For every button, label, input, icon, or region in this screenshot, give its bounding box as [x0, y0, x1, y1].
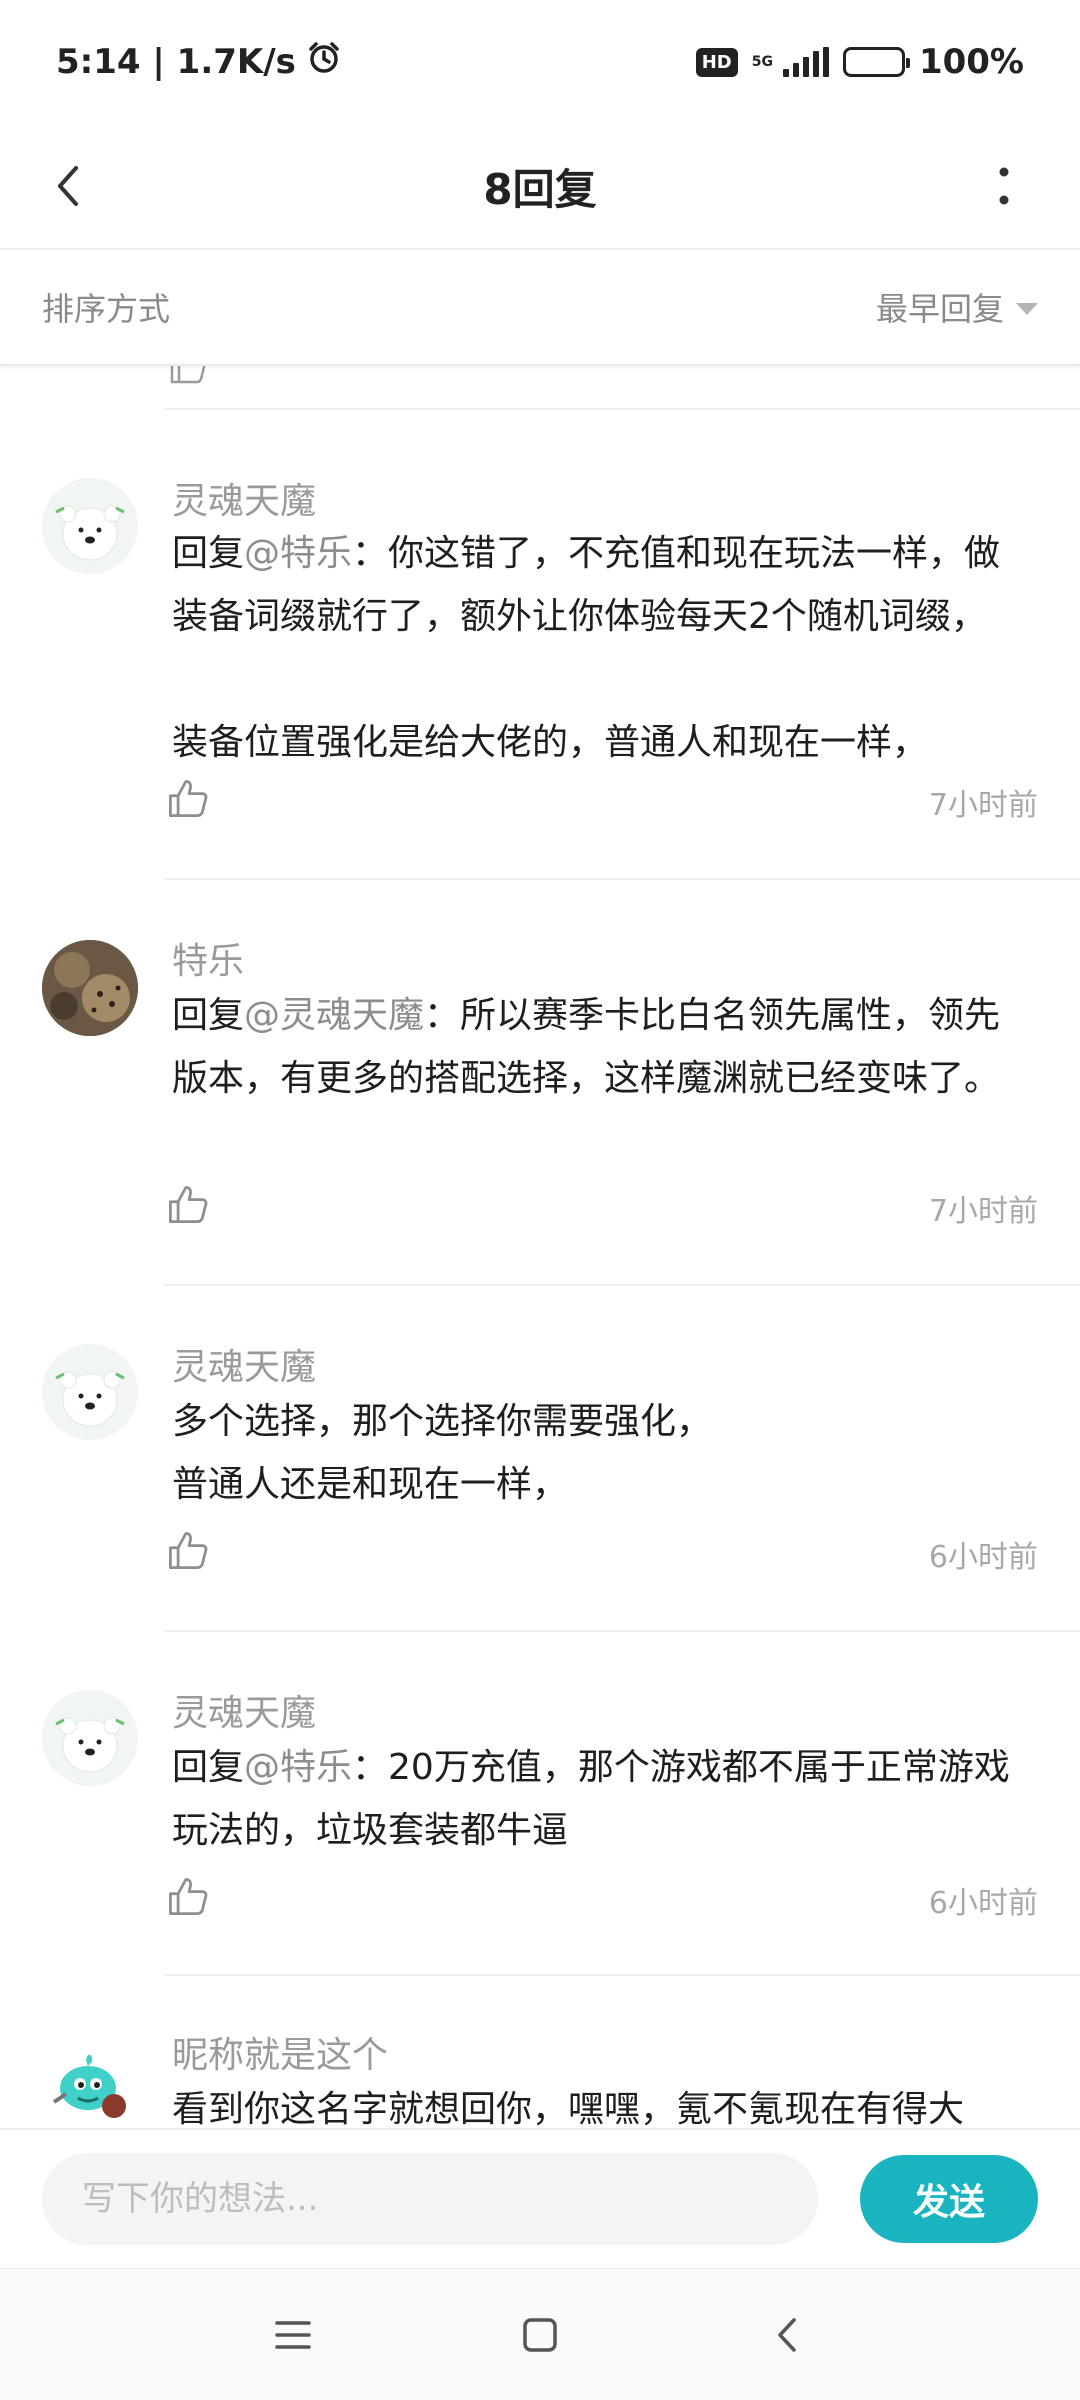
status-left: 5:14 | 1.7K/s [56, 40, 342, 85]
signal-icon [782, 47, 829, 77]
reply-input[interactable] [42, 2153, 818, 2245]
reply-item: 昵称就是这个 看到你这名字就想回你，嘿嘿，氪不氪现在有得大 [0, 1976, 1080, 2128]
avatar[interactable] [42, 2032, 138, 2128]
reply-username[interactable]: 特乐 [172, 932, 244, 984]
reply-item: 灵魂天魔 多个选择，那个选择你需要强化， 普通人还是和现在一样， 6小时前 [0, 1286, 1080, 1632]
polar-bear-avatar [42, 478, 138, 574]
cartoon-fish-avatar [42, 2032, 138, 2128]
reply-text: 看到你这名字就想回你，嘿嘿，氪不氪现在有得大 [172, 2089, 965, 2128]
battery-icon [842, 47, 910, 77]
reply-username[interactable]: 昵称就是这个 [172, 2026, 388, 2078]
avatar[interactable] [42, 1690, 138, 1786]
thumbs-up-icon[interactable] [166, 1182, 210, 1226]
reply-text: 多个选择，那个选择你需要强化， 普通人还是和现在一样， [172, 1401, 713, 1505]
page-title: 8回复 [483, 164, 597, 214]
polar-bear-avatar [42, 1690, 138, 1786]
mention-link[interactable]: @灵魂天魔 [244, 995, 424, 1036]
thumbs-up-icon [170, 366, 206, 384]
chevron-left-icon [58, 166, 78, 206]
status-right: HD 5G 100% [695, 42, 1024, 82]
reply-prefix: 回复 [172, 995, 245, 1036]
network-label: 5G [751, 54, 773, 70]
status-time: 5:14 | 1.7K/s [56, 42, 296, 82]
sort-label: 排序方式 [42, 290, 171, 328]
reply-time: 6小时前 [928, 1540, 1038, 1575]
more-vertical-icon [999, 167, 1009, 205]
status-bar: 5:14 | 1.7K/s HD 5G 100% [0, 0, 1080, 124]
reply-list[interactable]: 灵魂天魔 回复@特乐：你这错了，不充值和现在玩法一样，做装备词缀就行了，额外让你… [0, 366, 1080, 2128]
reply-time: 7小时前 [928, 1194, 1038, 1229]
reply-composer: 发送 [0, 2128, 1080, 2268]
caret-down-icon [1016, 303, 1038, 315]
reply-prefix: 回复 [172, 1747, 245, 1788]
polar-bear-avatar [42, 1344, 138, 1440]
thumbs-up-icon[interactable] [166, 1874, 210, 1918]
thumbs-up-icon[interactable] [166, 1528, 210, 1572]
reply-content: 看到你这名字就想回你，嘿嘿，氪不氪现在有得大 [172, 2078, 1036, 2128]
reply-username[interactable]: 灵魂天魔 [172, 472, 316, 524]
system-nav-bar [0, 2268, 1080, 2400]
reply-item: 灵魂天魔 回复@特乐：20万充值，那个游戏都不属于正常游戏玩法的，垃圾套装都牛逼… [0, 1632, 1080, 1976]
more-button[interactable] [972, 154, 1036, 218]
partial-reply-row [0, 366, 1080, 410]
leopard-photo-avatar [42, 940, 138, 1036]
menu-button[interactable] [253, 2295, 333, 2375]
reply-prefix: 回复 [172, 533, 245, 574]
avatar[interactable] [42, 1344, 138, 1440]
reply-content: 多个选择，那个选择你需要强化， 普通人还是和现在一样， [172, 1390, 1036, 1516]
reply-username[interactable]: 灵魂天魔 [172, 1684, 316, 1736]
header: 8回复 [0, 124, 1080, 250]
back-button[interactable] [36, 154, 100, 218]
send-button[interactable]: 发送 [860, 2155, 1038, 2243]
sort-selected: 最早回复 [875, 290, 1004, 328]
mention-link[interactable]: @特乐 [244, 1747, 352, 1788]
avatar[interactable] [42, 940, 138, 1036]
home-button[interactable] [500, 2295, 580, 2375]
sort-dropdown[interactable]: 最早回复 [876, 284, 1038, 330]
reply-content: 回复@灵魂天魔：所以赛季卡比白名领先属性，领先版本，有更多的搭配选择，这样魔渊就… [172, 984, 1036, 1110]
hd-badge: HD [695, 47, 738, 77]
reply-item: 灵魂天魔 回复@特乐：你这错了，不充值和现在玩法一样，做装备词缀就行了，额外让你… [0, 410, 1080, 880]
battery-percent: 100% [918, 42, 1024, 82]
sort-bar: 排序方式 最早回复 [0, 250, 1080, 366]
back-triangle-icon [777, 2317, 796, 2352]
home-square-icon [523, 2317, 557, 2352]
menu-icon [275, 2320, 312, 2349]
reply-time: 6小时前 [928, 1886, 1038, 1921]
reply-content: 回复@特乐：20万充值，那个游戏都不属于正常游戏玩法的，垃圾套装都牛逼 [172, 1736, 1036, 1862]
reply-time: 7小时前 [928, 788, 1038, 823]
reply-content: 回复@特乐：你这错了，不充值和现在玩法一样，做装备词缀就行了，额外让你体验每天2… [172, 522, 1036, 774]
mention-link[interactable]: @特乐 [244, 533, 352, 574]
system-back-button[interactable] [747, 2295, 827, 2375]
reply-username[interactable]: 灵魂天魔 [172, 1338, 316, 1390]
avatar[interactable] [42, 478, 138, 574]
reply-item: 特乐 回复@灵魂天魔：所以赛季卡比白名领先属性，领先版本，有更多的搭配选择，这样… [0, 880, 1080, 1286]
alarm-icon [306, 40, 342, 85]
network-type: 5G [752, 55, 773, 69]
thumbs-up-icon[interactable] [166, 776, 210, 820]
